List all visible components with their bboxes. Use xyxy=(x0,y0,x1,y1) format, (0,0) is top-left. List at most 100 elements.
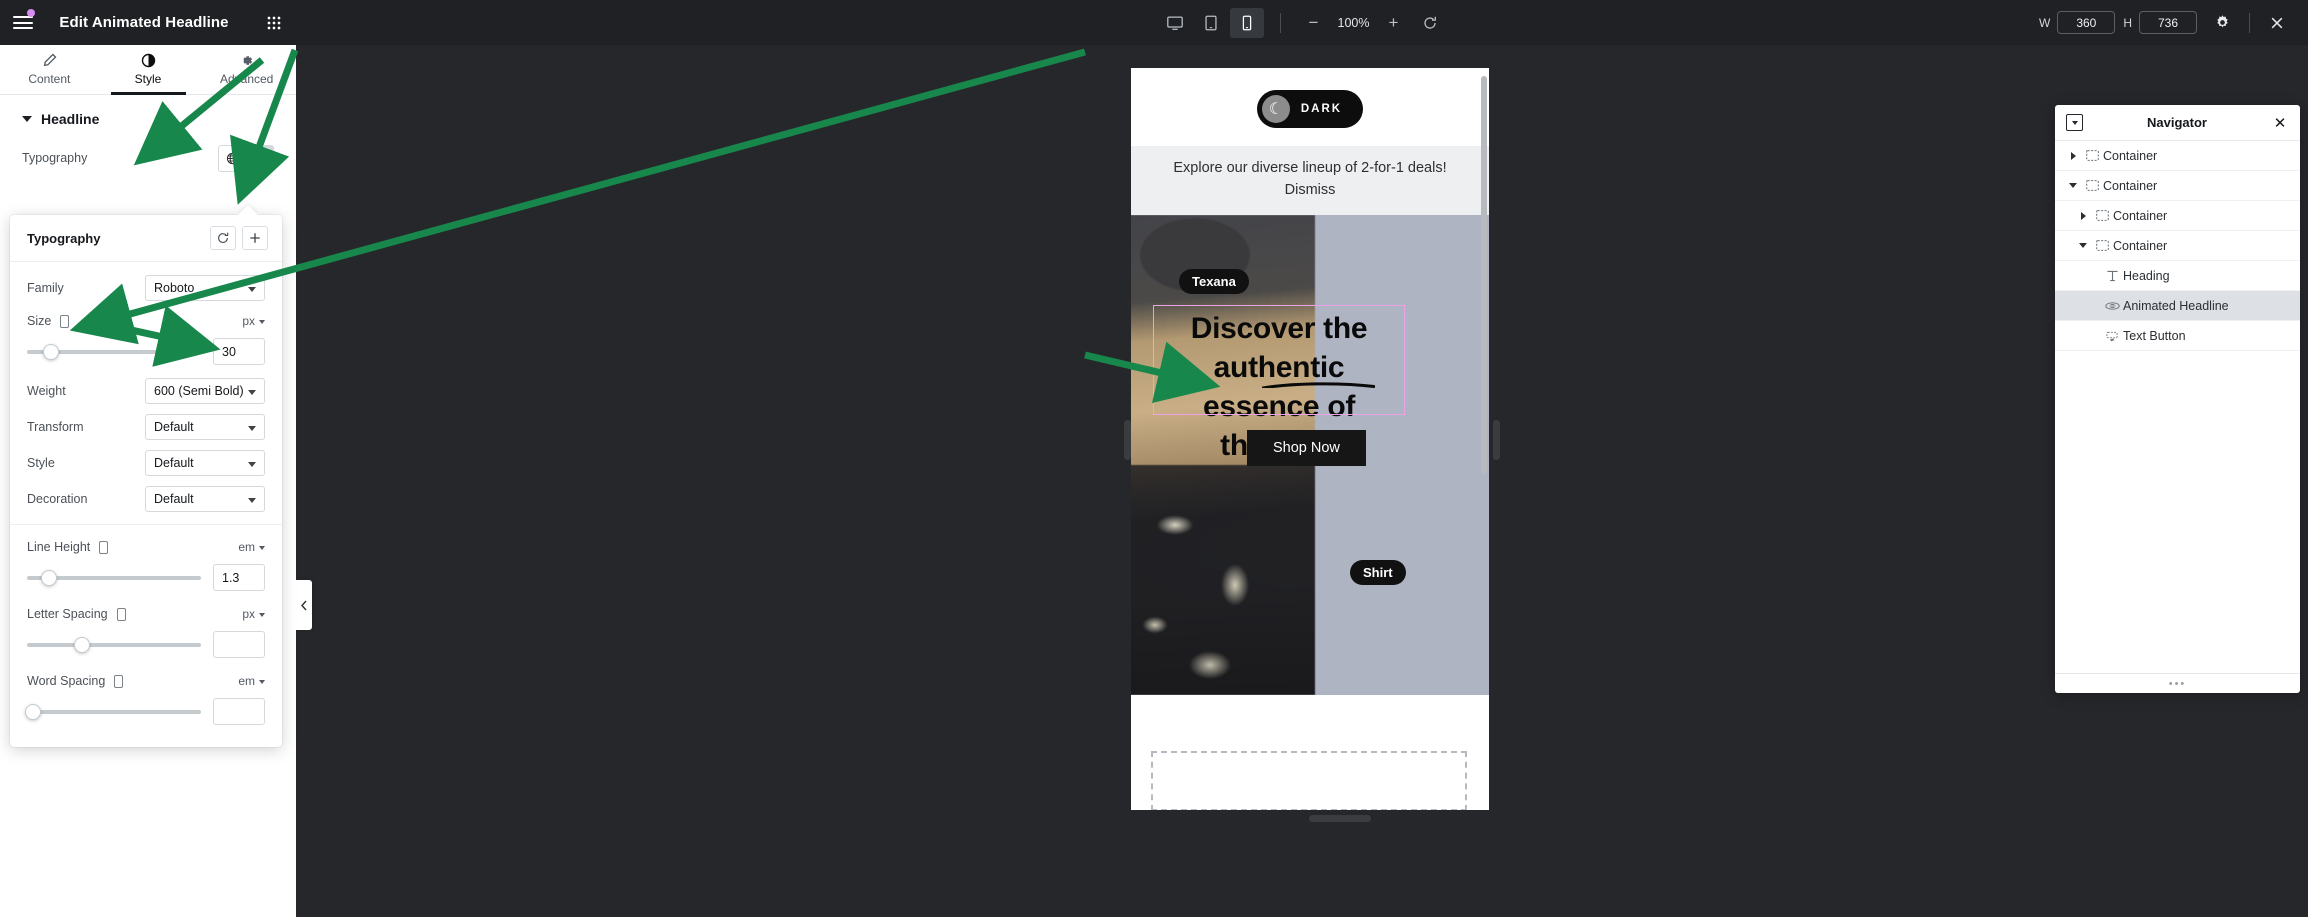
preview-settings-button[interactable] xyxy=(2205,8,2239,38)
reset-zoom-button[interactable] xyxy=(1413,8,1447,38)
navigator-title: Navigator xyxy=(2147,115,2207,130)
dismiss-link[interactable]: Dismiss xyxy=(1145,179,1475,201)
navigator-header: Navigator ✕ xyxy=(2055,105,2300,141)
menu-hamburger-button[interactable] xyxy=(0,0,46,45)
pencil-icon xyxy=(43,53,57,67)
responsive-device-icon[interactable] xyxy=(114,674,124,688)
word-spacing-input[interactable] xyxy=(213,698,265,725)
word-spacing-unit-switcher[interactable]: em xyxy=(238,674,265,688)
desktop-view-button[interactable] xyxy=(1158,8,1192,38)
dock-icon[interactable] xyxy=(2066,114,2083,131)
line-height-input[interactable] xyxy=(213,564,265,591)
collapse-toggle[interactable] xyxy=(2065,183,2081,188)
navigator-item-container-4[interactable]: Container xyxy=(2055,231,2300,261)
product-tag-texana[interactable]: Texana xyxy=(1179,268,1249,294)
navigator-resize-handle[interactable]: ••• xyxy=(2055,673,2300,693)
navigator-item-text-button[interactable]: Text Button xyxy=(2055,321,2300,351)
responsive-device-icon[interactable] xyxy=(99,540,109,554)
navigator-item-container-3[interactable]: Container xyxy=(2055,201,2300,231)
collapse-toggle[interactable] xyxy=(2075,243,2091,248)
tab-content-label: Content xyxy=(28,72,71,86)
width-label: W xyxy=(2039,15,2051,30)
close-preview-button[interactable] xyxy=(2260,8,2294,38)
navigator-item-label: Container xyxy=(2113,238,2168,253)
word-spacing-slider[interactable] xyxy=(25,703,201,720)
navigator-item-label: Container xyxy=(2113,208,2168,223)
family-select[interactable]: Roboto xyxy=(145,275,265,301)
preview-scrollbar[interactable] xyxy=(1481,76,1487,474)
tab-advanced[interactable]: Advanced xyxy=(197,45,296,94)
expand-toggle[interactable] xyxy=(2075,211,2091,220)
letter-spacing-input[interactable] xyxy=(213,631,265,658)
navigator-item-label: Text Button xyxy=(2123,328,2186,343)
add-typography-button[interactable] xyxy=(242,226,268,250)
zoom-out-button[interactable]: − xyxy=(1297,8,1331,38)
collapse-panel-button[interactable] xyxy=(296,580,312,630)
tab-style-label: Style xyxy=(134,72,162,86)
canvas-bottom-resize-handle[interactable] xyxy=(1309,815,1371,822)
letter-spacing-slider[interactable] xyxy=(27,636,201,653)
weight-label: Weight xyxy=(27,384,66,398)
size-input[interactable] xyxy=(213,338,265,365)
navigator-item-animated-headline[interactable]: Animated Headline xyxy=(2055,291,2300,321)
weight-select[interactable]: 600 (Semi Bold) xyxy=(145,378,265,404)
container-icon xyxy=(2081,150,2103,161)
mobile-view-button[interactable] xyxy=(1229,7,1264,38)
promo-notice: Explore our diverse lineup of 2-for-1 de… xyxy=(1131,146,1489,215)
canvas-right-resize-handle[interactable] xyxy=(1493,420,1500,460)
size-slider[interactable] xyxy=(27,343,201,360)
decoration-select[interactable]: Default xyxy=(145,486,265,512)
product-tag-shirt[interactable]: Shirt xyxy=(1350,559,1406,585)
zoom-in-button[interactable]: + xyxy=(1377,8,1411,38)
word-spacing-slider-row xyxy=(10,696,282,733)
navigator-item-container-2[interactable]: Container xyxy=(2055,171,2300,201)
animated-headline-selection-outline[interactable] xyxy=(1153,304,1405,415)
word-spacing-slider-knob[interactable] xyxy=(25,703,42,720)
navigator-item-heading[interactable]: Heading xyxy=(2055,261,2300,291)
size-unit-switcher[interactable]: px xyxy=(242,314,265,328)
edit-typography-button[interactable] xyxy=(246,145,273,171)
empty-dropzone[interactable] xyxy=(1151,750,1467,810)
gear-icon xyxy=(243,56,253,65)
navigator-close-button[interactable]: ✕ xyxy=(2271,114,2289,132)
canvas-left-resize-handle[interactable] xyxy=(1124,420,1131,460)
height-input[interactable] xyxy=(2139,11,2197,34)
navigator-item-label: Animated Headline xyxy=(2123,298,2229,313)
navigator-panel: Navigator ✕ Container Container Containe… xyxy=(2055,105,2300,693)
line-height-unit-switcher[interactable]: em xyxy=(238,540,265,554)
section-headline-title: Headline xyxy=(41,111,100,127)
expand-toggle[interactable] xyxy=(2065,151,2081,160)
size-slider-knob[interactable] xyxy=(42,343,59,360)
close-x-icon xyxy=(2271,17,2283,28)
responsive-device-icon[interactable] xyxy=(60,314,70,328)
line-height-slider-knob[interactable] xyxy=(40,569,57,586)
line-height-slider[interactable] xyxy=(27,569,201,586)
text-button-icon xyxy=(2101,330,2123,342)
pencil-icon xyxy=(254,152,266,165)
width-input[interactable] xyxy=(2057,11,2116,34)
mobile-icon xyxy=(1242,15,1251,30)
reset-typography-button[interactable] xyxy=(210,226,236,250)
width-control: W xyxy=(2039,11,2116,34)
shop-now-button[interactable]: Shop Now xyxy=(1247,429,1366,466)
letter-spacing-unit-switcher[interactable]: px xyxy=(242,607,265,621)
navigator-item-container-1[interactable]: Container xyxy=(2055,141,2300,171)
chevron-left-icon xyxy=(301,600,307,610)
responsive-device-icon[interactable] xyxy=(116,607,126,621)
panel-header: Edit Animated Headline xyxy=(0,0,296,45)
transform-select[interactable]: Default xyxy=(145,414,265,440)
section-headline-toggle[interactable]: Headline xyxy=(0,95,296,141)
global-fonts-button[interactable] xyxy=(219,145,246,171)
size-slider-row xyxy=(10,336,282,373)
tab-content[interactable]: Content xyxy=(0,45,99,94)
tab-style[interactable]: Style xyxy=(99,45,198,95)
letter-spacing-slider-knob[interactable] xyxy=(73,636,90,653)
style-select[interactable]: Default xyxy=(145,450,265,476)
chevron-down-icon xyxy=(22,116,32,122)
apps-grid-button[interactable] xyxy=(252,0,296,45)
hero-section: Texana Discover the authentic essence of… xyxy=(1131,214,1489,695)
dark-mode-toggle[interactable]: ☾ DARK xyxy=(1256,90,1364,128)
plus-icon: + xyxy=(1388,12,1399,32)
gear-icon xyxy=(2216,15,2228,28)
tablet-view-button[interactable] xyxy=(1194,8,1228,38)
